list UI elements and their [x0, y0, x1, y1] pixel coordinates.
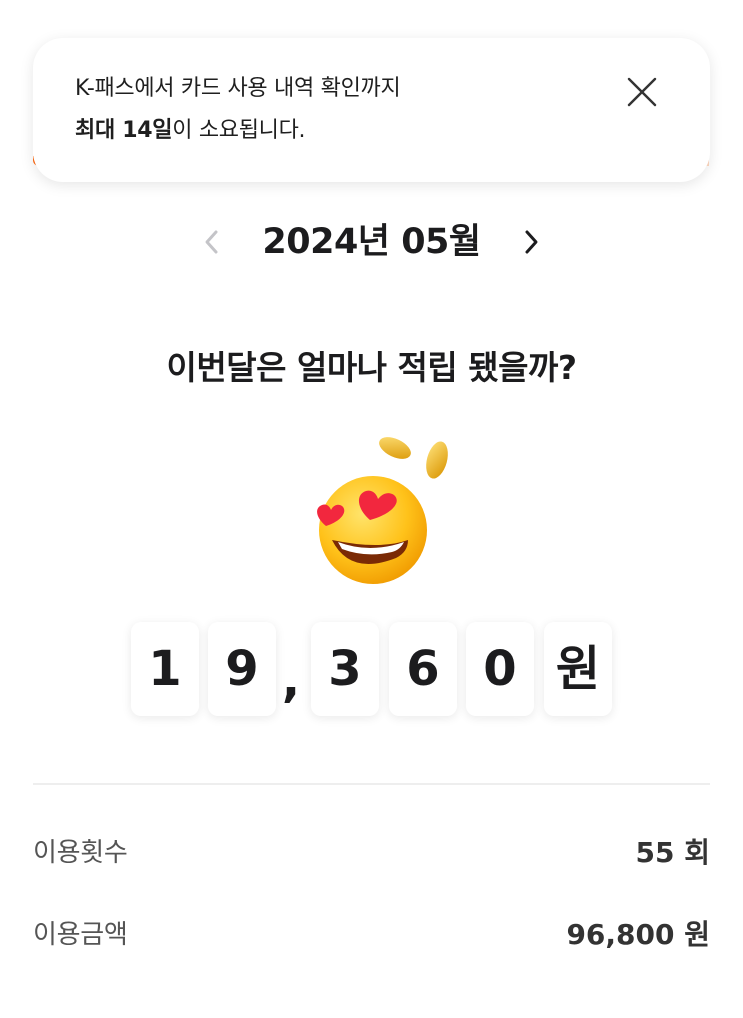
amount-digit: 3 — [311, 622, 379, 716]
usage-amount-label: 이용금액 — [33, 920, 128, 950]
toast-message-rest: 이 소요됩니다. — [172, 118, 306, 143]
amount-unit: 원 — [544, 622, 612, 716]
amount-digit: 9 — [208, 622, 276, 716]
amount-digit: 6 — [389, 622, 457, 716]
usage-amount-value: 96,800 원 — [566, 918, 710, 951]
chevron-right-icon[interactable] — [517, 226, 545, 258]
chevron-left-icon[interactable] — [198, 226, 226, 258]
heart-eyes-emoji-icon — [300, 428, 460, 588]
usage-count-value: 55 회 — [635, 836, 710, 869]
toast-highlight: 최대 14일 — [75, 118, 173, 143]
savings-amount: 1 9 , 3 6 0 원 — [0, 620, 743, 720]
page-title: 이번달은 얼마나 적립 됐을까? — [166, 348, 577, 387]
amount-digit: 1 — [131, 622, 199, 716]
close-icon[interactable] — [624, 74, 660, 110]
amount-digit: 0 — [466, 622, 534, 716]
month-navigator: 2024년 05월 — [0, 214, 743, 270]
notice-toast: K-패스에서 카드 사용 내역 확인까지 최대 14일이 소요됩니다. — [33, 38, 710, 182]
divider — [33, 783, 710, 785]
amount-comma: , — [281, 652, 301, 708]
k-pass-savings-screen: K-패스에서 카드 사용 내역 확인까지 최대 14일이 소요됩니다. 2024… — [0, 0, 743, 1018]
toast-message-line2: 최대 14일이 소요됩니다. — [75, 116, 306, 146]
toast-message-line1: K-패스에서 카드 사용 내역 확인까지 — [75, 76, 401, 101]
month-label: 2024년 05월 — [262, 222, 481, 262]
usage-count-label: 이용횟수 — [33, 838, 128, 868]
